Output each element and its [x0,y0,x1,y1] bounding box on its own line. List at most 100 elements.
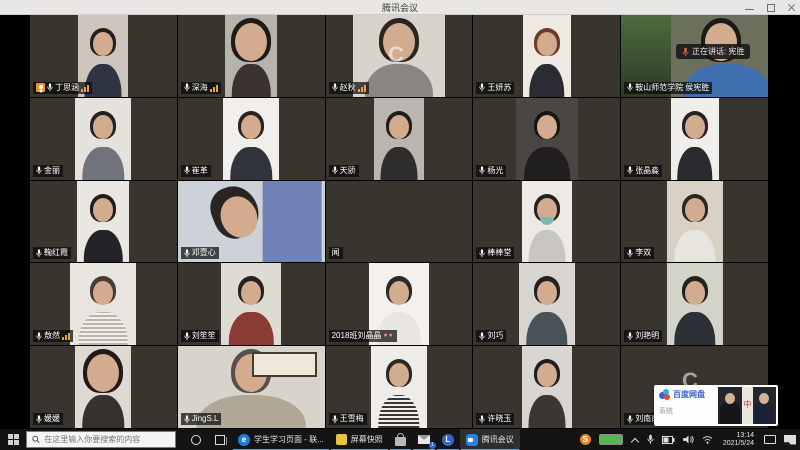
minimize-icon[interactable] [745,3,754,12]
thumbnail-person [754,402,774,424]
participant-tile[interactable]: 闻 [326,181,473,263]
participant-tile[interactable]: 棒棒堂 [473,181,620,263]
maximize-icon[interactable] [766,3,775,12]
participant-name: 赵秋 [340,83,356,93]
popup-app-name: 百度网盘 [673,389,705,400]
hidden-icons-button[interactable] [627,429,643,450]
taskbar-app-lock[interactable] [389,429,412,450]
participant-name: 棒棒堂 [487,248,511,258]
mic-icon [184,166,190,175]
participant-name-label: 张晶淼 [624,165,662,177]
participant-name: 邓壹心 [192,248,216,258]
participant-tile[interactable]: 李双 [621,181,768,263]
participant-name: 刘艳明 [635,331,659,341]
participant-video [221,263,281,345]
participant-tile[interactable]: 崔革 [178,98,325,180]
participant-video [667,263,723,345]
participant-name-label: JingS.L [181,413,222,425]
taskbar-clock[interactable]: 13:14 2021/5/24 [717,432,760,448]
participant-tile[interactable]: 金丽 [30,98,177,180]
participant-tile[interactable]: 2018班刘晶晶 ●● [326,263,473,345]
app-label: 学生学习页面 - 联... [254,434,324,445]
tray-volume-button[interactable] [679,429,698,450]
cortana-button[interactable] [184,429,208,450]
app-label: 屏幕快照 [351,434,383,445]
taskbar-app-l[interactable]: L [436,429,460,450]
participant-name: 闻 [332,248,340,258]
participant-tile[interactable]: 张晶淼 [621,98,768,180]
mic-icon [184,332,190,341]
participant-video [75,346,131,428]
taskbar-app-screenshot[interactable]: 屏幕快照 [330,429,389,450]
mic-icon [184,415,190,424]
participant-name-label: 许晓玉 [476,413,514,425]
taskbar-search[interactable] [26,431,176,448]
participant-name: 深海 [192,83,208,93]
touch-keyboard-button[interactable] [760,429,780,450]
start-button[interactable] [0,429,26,450]
participant-tile[interactable]: 邓壹心 [178,181,325,263]
participant-tile[interactable]: 王雪梅 [326,346,473,428]
participant-name-label: 丁思涵 [33,82,92,94]
audio-level-icon [62,332,70,340]
window-titlebar: 腾讯会议 [0,0,800,15]
tray-microphone-button[interactable] [643,429,658,450]
participant-video [225,15,277,97]
participant-name: 刘笙笙 [192,331,216,341]
participant-name-label: 刘巧 [476,330,506,342]
participant-name: 王雪梅 [340,414,364,424]
tray-battery-button[interactable] [658,429,679,450]
search-icon [32,435,40,444]
participant-tile[interactable]: 刘笙笙 [178,263,325,345]
speaking-banner-text: 正在讲话: 宪胜 [692,46,744,57]
volume-icon [683,435,694,444]
participant-tile[interactable]: 许晓玉 [473,346,620,428]
participant-name: 天骄 [340,166,356,176]
participant-tile[interactable]: 刘巧 [473,263,620,345]
action-center-button[interactable] [780,429,800,450]
antivirus-tray-button[interactable]: S [576,429,595,450]
participant-tile[interactable]: 敖然 [30,263,177,345]
participant-video [523,15,571,97]
mic-icon [36,249,42,258]
baidu-netdisk-popup[interactable]: 百度网盘 系统 中 [654,385,778,426]
participant-video [522,346,572,428]
taskbar-app-tencent-meeting[interactable]: 腾讯会议 [460,429,520,450]
participant-tile[interactable]: 刘艳明 [621,263,768,345]
windows-taskbar: e 学生学习页面 - 联... 屏幕快照 1 L 腾讯会议 [0,428,800,450]
tray-network-button[interactable] [698,429,717,450]
mic-icon [627,415,633,424]
participant-tile[interactable]: 深海 [178,15,325,97]
mic-icon [627,249,633,258]
lock-app-icon [395,437,406,446]
mic-icon [184,249,190,258]
participant-video [519,263,575,345]
mic-icon [627,332,633,341]
action-center-icon [784,435,796,445]
participant-name: 鞠红霞 [44,248,68,258]
participant-tile[interactable]: 媛媛 [30,346,177,428]
close-icon[interactable] [787,3,796,12]
participant-name-label: 天骄 [329,165,359,177]
taskbar-app-mail[interactable]: 1 [412,429,436,450]
participant-tile[interactable]: 杨光 [473,98,620,180]
battery-indicator-button[interactable] [595,429,627,450]
participant-name: 2018班刘晶晶 [332,331,382,341]
participant-tile[interactable]: 丁思涵 [30,15,177,97]
popup-video-thumbnail[interactable]: 中 [718,387,776,424]
participant-name-label: 鞍山师范学院 侯宪胜 [624,82,712,94]
mic-icon [627,83,633,92]
mic-icon [332,415,338,424]
participant-tile[interactable]: 鞠红霞 [30,181,177,263]
taskbar-app-student-page[interactable]: e 学生学习页面 - 联... [232,429,330,450]
participant-grid: 丁思涵 深海 [30,15,768,428]
task-view-button[interactable] [208,429,232,450]
participant-video [70,263,136,345]
participant-name-label: 赵秋 [329,82,369,94]
audio-level-icon [210,84,218,92]
participant-name: 刘巧 [487,331,503,341]
participant-tile[interactable]: JingS.L [178,346,325,428]
search-input[interactable] [44,435,170,444]
participant-tile[interactable]: 天骄 [326,98,473,180]
participant-tile[interactable]: 王妍苏 [473,15,620,97]
